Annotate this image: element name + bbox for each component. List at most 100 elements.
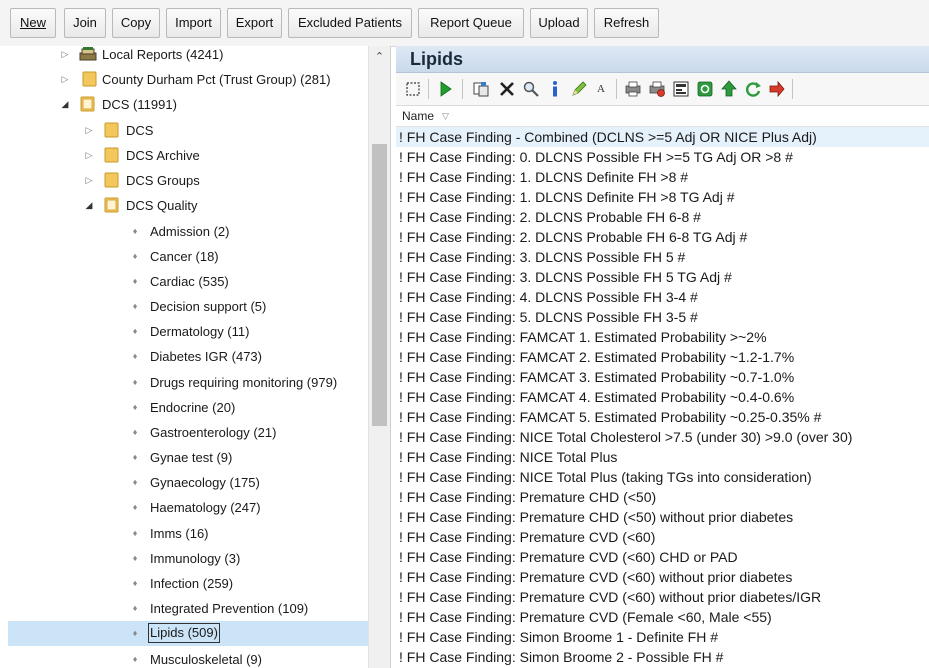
- delete-icon[interactable]: [498, 80, 516, 98]
- list-item[interactable]: ! FH Case Finding: Premature CHD (<50): [396, 487, 929, 507]
- tree-item-drugs-monitoring[interactable]: ♦ Drugs requiring monitoring (979): [0, 370, 368, 395]
- list-item[interactable]: ! FH Case Finding: Premature CVD (Female…: [396, 607, 929, 627]
- tree-item-musculoskeletal[interactable]: ♦ Musculoskeletal (9): [0, 647, 368, 668]
- print-icon[interactable]: [624, 80, 642, 98]
- collapse-arrow-icon[interactable]: ◢: [84, 199, 94, 211]
- bullet-icon: ♦: [132, 377, 138, 387]
- list-item[interactable]: ! FH Case Finding: Premature CVD (<60) C…: [396, 547, 929, 567]
- upload-button[interactable]: Upload: [530, 8, 588, 38]
- list-item[interactable]: ! FH Case Finding: Premature CVD (<60): [396, 527, 929, 547]
- list-item[interactable]: ! FH Case Finding: 1. DLCNS Definite FH …: [396, 167, 929, 187]
- remove-from-queue-icon[interactable]: [768, 80, 786, 98]
- run-icon[interactable]: [436, 80, 454, 98]
- copy-report-icon[interactable]: [472, 80, 490, 98]
- tree-item-cardiac[interactable]: ♦ Cardiac (535): [0, 269, 368, 294]
- expand-arrow-icon[interactable]: ▷: [84, 149, 94, 161]
- tree-item-dcs-quality[interactable]: ◢ DCS Quality: [0, 193, 368, 218]
- select-icon[interactable]: [404, 80, 422, 98]
- excluded-patients-button[interactable]: Excluded Patients: [288, 8, 412, 38]
- tree-item-dermatology[interactable]: ♦ Dermatology (11): [0, 319, 368, 344]
- print-preview-icon[interactable]: [648, 80, 666, 98]
- expand-arrow-icon[interactable]: ▷: [84, 174, 94, 186]
- list-item[interactable]: ! FH Case Finding - Combined (DCLNS >=5 …: [396, 127, 929, 147]
- list-item[interactable]: ! FH Case Finding: Premature CVD (<60) w…: [396, 567, 929, 587]
- tree-item-lipids[interactable]: ♦ Lipids (509): [8, 621, 368, 646]
- tree-item-infection[interactable]: ♦ Infection (259): [0, 571, 368, 596]
- refresh-button[interactable]: Refresh: [594, 8, 659, 38]
- list-item[interactable]: ! FH Case Finding: 1. DLCNS Definite FH …: [396, 187, 929, 207]
- tree-item-gynaecology[interactable]: ♦ Gynaecology (175): [0, 470, 368, 495]
- tree-item-dcs-root[interactable]: ◢ DCS (11991): [0, 92, 368, 117]
- bullet-icon: ♦: [132, 528, 138, 538]
- list-item[interactable]: ! FH Case Finding: NICE Total Plus (taki…: [396, 467, 929, 487]
- join-button[interactable]: Join: [64, 8, 106, 38]
- list-item[interactable]: ! FH Case Finding: 3. DLCNS Possible FH …: [396, 247, 929, 267]
- tree-item-imms[interactable]: ♦ Imms (16): [0, 521, 368, 546]
- report-queue-button[interactable]: Report Queue: [418, 8, 524, 38]
- move-up-icon[interactable]: [720, 80, 738, 98]
- import-button[interactable]: Import: [166, 8, 221, 38]
- tree-item-diabetes-igr[interactable]: ♦ Diabetes IGR (473): [0, 344, 368, 369]
- list-item[interactable]: ! FH Case Finding: 4. DLCNS Possible FH …: [396, 287, 929, 307]
- list-item[interactable]: ! FH Case Finding: FAMCAT 2. Estimated P…: [396, 347, 929, 367]
- tree-item-gynae-test[interactable]: ♦ Gynae test (9): [0, 445, 368, 470]
- tree-item-cancer[interactable]: ♦ Cancer (18): [0, 244, 368, 269]
- list-item[interactable]: ! FH Case Finding: FAMCAT 5. Estimated P…: [396, 407, 929, 427]
- list-item[interactable]: ! FH Case Finding: 2. DLCNS Probable FH …: [396, 227, 929, 247]
- tree-item-integrated-prevention[interactable]: ♦ Integrated Prevention (109): [0, 596, 368, 621]
- tree-item-dcs-groups[interactable]: ▷ DCS Groups: [0, 168, 368, 193]
- font-icon[interactable]: A: [592, 80, 610, 98]
- copy-button[interactable]: Copy: [112, 8, 160, 38]
- info-icon[interactable]: [546, 80, 564, 98]
- tree-item-local-reports[interactable]: ▷ Local Reports (4241): [0, 46, 368, 67]
- tree-item-label: Cardiac (535): [150, 274, 229, 289]
- list-item[interactable]: ! FH Case Finding: 0. DLCNS Possible FH …: [396, 147, 929, 167]
- export-button[interactable]: Export: [227, 8, 282, 38]
- list-item[interactable]: ! FH Case Finding: FAMCAT 1. Estimated P…: [396, 327, 929, 347]
- tree-item-endocrine[interactable]: ♦ Endocrine (20): [0, 395, 368, 420]
- export-report-icon[interactable]: [672, 80, 690, 98]
- tree-item-label: DCS Groups: [126, 173, 200, 188]
- list-item[interactable]: ! FH Case Finding: NICE Total Plus: [396, 447, 929, 467]
- report-options-icon[interactable]: [696, 80, 714, 98]
- tree-scrollbar[interactable]: ⌃: [368, 46, 390, 668]
- scroll-up-icon[interactable]: ⌃: [369, 50, 390, 64]
- tree-item-gastroenterology[interactable]: ♦ Gastroenterology (21): [0, 420, 368, 445]
- list-item[interactable]: ! FH Case Finding: FAMCAT 4. Estimated P…: [396, 387, 929, 407]
- refresh-icon[interactable]: [744, 80, 762, 98]
- main-toolbar: New Join Copy Import Export Excluded Pat…: [0, 0, 929, 47]
- tree-item-county-durham[interactable]: ▷ County Durham Pct (Trust Group) (281): [0, 67, 368, 92]
- sort-filter-icon[interactable]: ▽: [442, 106, 449, 126]
- list-item[interactable]: ! FH Case Finding: Premature CHD (<50) w…: [396, 507, 929, 527]
- search-icon[interactable]: [522, 80, 540, 98]
- tree-item-label: Admission (2): [150, 224, 230, 239]
- panel-title: Lipids: [410, 49, 463, 69]
- tree-item-admission[interactable]: ♦ Admission (2): [0, 219, 368, 244]
- name-column-header[interactable]: Name ▽: [396, 106, 929, 127]
- report-name: ! FH Case Finding: 4. DLCNS Possible FH …: [399, 289, 698, 305]
- tree-item-decision-support[interactable]: ♦ Decision support (5): [0, 294, 368, 319]
- scrollbar-thumb[interactable]: [372, 144, 387, 426]
- list-item[interactable]: ! FH Case Finding: Premature CVD (<60) w…: [396, 587, 929, 607]
- list-item[interactable]: ! FH Case Finding: Simon Broome 1 - Defi…: [396, 627, 929, 647]
- expand-arrow-icon[interactable]: ▷: [60, 73, 70, 85]
- list-item[interactable]: ! FH Case Finding: 3. DLCNS Possible FH …: [396, 267, 929, 287]
- column-header-label: Name: [402, 109, 435, 123]
- list-item[interactable]: ! FH Case Finding: FAMCAT 3. Estimated P…: [396, 367, 929, 387]
- tree-item-immunology[interactable]: ♦ Immunology (3): [0, 546, 368, 571]
- expand-arrow-icon[interactable]: ▷: [60, 48, 70, 60]
- collapse-arrow-icon[interactable]: ◢: [60, 98, 70, 110]
- folder-icon: [104, 122, 119, 138]
- list-item[interactable]: ! FH Case Finding: NICE Total Cholestero…: [396, 427, 929, 447]
- tree-item-dcs[interactable]: ▷ DCS: [0, 118, 368, 143]
- expand-arrow-icon[interactable]: ▷: [84, 124, 94, 136]
- list-item[interactable]: ! FH Case Finding: 5. DLCNS Possible FH …: [396, 307, 929, 327]
- new-button[interactable]: New: [10, 8, 56, 38]
- tree-item-haematology[interactable]: ♦ Haematology (247): [0, 495, 368, 520]
- edit-pen-icon[interactable]: [570, 80, 588, 98]
- report-name: ! FH Case Finding: 2. DLCNS Probable FH …: [399, 229, 748, 245]
- report-name: ! FH Case Finding: 1. DLCNS Definite FH …: [399, 189, 735, 205]
- tree-item-dcs-archive[interactable]: ▷ DCS Archive: [0, 143, 368, 168]
- list-item[interactable]: ! FH Case Finding: Simon Broome 2 - Poss…: [396, 647, 929, 667]
- list-item[interactable]: ! FH Case Finding: 2. DLCNS Probable FH …: [396, 207, 929, 227]
